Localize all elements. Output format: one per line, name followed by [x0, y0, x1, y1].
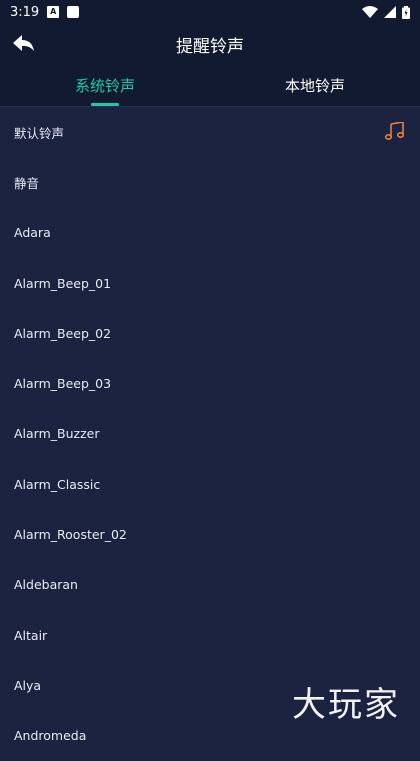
- ringtone-label: 静音: [14, 175, 40, 191]
- ringtone-label: Aldebaran: [14, 577, 78, 593]
- ringtone-item[interactable]: Alarm_Buzzer: [0, 409, 420, 459]
- wifi-icon: [362, 6, 378, 18]
- ringtone-label: Alarm_Beep_03: [14, 376, 112, 392]
- tab-label: 本地铃声: [284, 76, 345, 95]
- watermark-logo: 大玩家: [292, 685, 400, 725]
- ringtone-item[interactable]: Alarm_Classic: [0, 459, 420, 509]
- ringtone-item[interactable]: Adara: [0, 208, 420, 258]
- ringtone-label: Alarm_Classic: [14, 476, 101, 492]
- ringtone-item[interactable]: Aldebaran: [0, 560, 420, 610]
- ringtone-label: Adara: [14, 225, 51, 241]
- back-arrow-icon: [13, 35, 34, 51]
- ringtone-item[interactable]: Alarm_Rooster_02: [0, 509, 420, 559]
- notification-a-icon: A: [47, 6, 60, 18]
- ringtone-item[interactable]: 默认铃声: [0, 107, 420, 157]
- ringtone-item[interactable]: Alarm_Beep_03: [0, 358, 420, 408]
- ringtone-item[interactable]: Altair: [0, 610, 420, 660]
- ringtone-label: 默认铃声: [14, 125, 65, 141]
- signal-icon: [384, 6, 396, 18]
- tab-local-ringtones[interactable]: 本地铃声: [210, 64, 420, 106]
- tab-label: 系统铃声: [74, 76, 135, 95]
- status-bar: 3:19 A: [0, 0, 420, 24]
- ringtone-label: Alarm_Rooster_02: [14, 527, 127, 543]
- ringtone-item[interactable]: 静音: [0, 157, 420, 207]
- ringtone-label: Alarm_Beep_01: [14, 275, 112, 291]
- music-note-icon: [384, 122, 404, 140]
- tab-system-ringtones[interactable]: 系统铃声: [0, 64, 210, 106]
- tab-bar: 系统铃声 本地铃声: [0, 64, 420, 107]
- app-header: 提醒铃声: [0, 24, 420, 64]
- status-time: 3:19: [10, 4, 40, 20]
- battery-icon: [402, 5, 410, 19]
- ringtone-label: Alarm_Buzzer: [14, 426, 100, 442]
- ringtone-label: Alarm_Beep_02: [14, 325, 112, 341]
- notification-square-icon: [67, 6, 80, 18]
- ringtone-label: Alya: [14, 677, 42, 693]
- active-tab-indicator: [91, 103, 119, 106]
- ringtone-label: Altair: [14, 627, 48, 643]
- ringtone-list: 默认铃声 静音 Adara Alarm_Beep_01 Alarm_Beep_0…: [0, 107, 420, 761]
- ringtone-item[interactable]: Alarm_Beep_02: [0, 308, 420, 358]
- ringtone-label: Andromeda: [14, 728, 87, 744]
- page-title: 提醒铃声: [176, 36, 244, 57]
- ringtone-item[interactable]: Alarm_Beep_01: [0, 258, 420, 308]
- back-button[interactable]: [4, 24, 44, 64]
